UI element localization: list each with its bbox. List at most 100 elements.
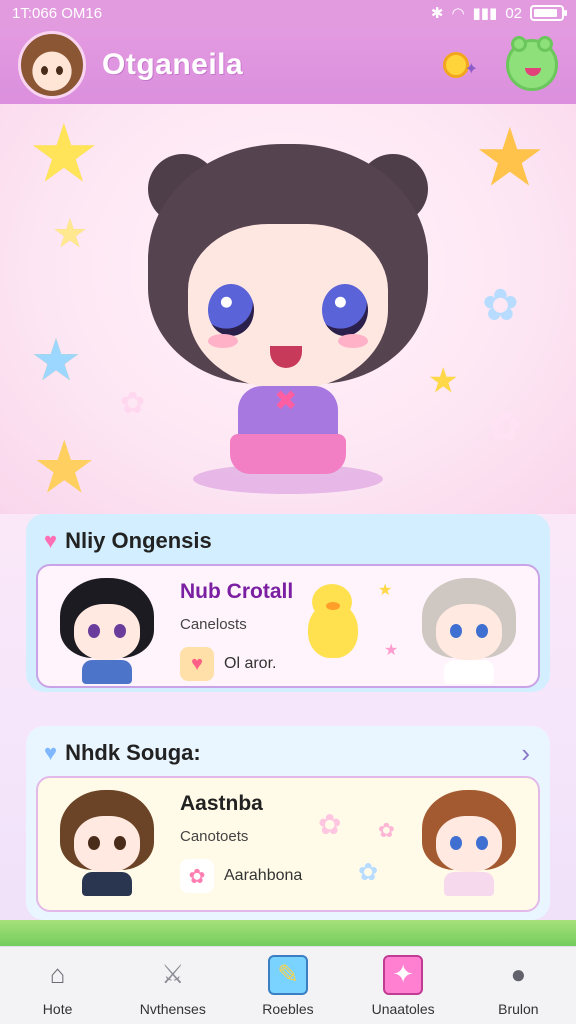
nav-label: Nvthenses xyxy=(139,1000,206,1017)
status-time: 1T:066 OM16 xyxy=(12,4,103,22)
portrait-face xyxy=(74,816,140,872)
status-bar: 1T:066 OM16 ✱ ◠ ▮▮▮ 02 xyxy=(0,0,576,26)
hero-banner: ★ ★ ★ ★ ★ ★ ✿ ✿ ✿ ✖ xyxy=(0,104,576,514)
portrait-eye xyxy=(114,624,126,638)
portrait-eye xyxy=(114,836,126,850)
bow-icon: ✖ xyxy=(274,385,298,416)
star-icon: ★ xyxy=(28,109,100,198)
section-header[interactable]: ♥ Nhdk Souga: › xyxy=(36,734,540,772)
character-card[interactable]: Aastnba Canotoets ✿ Aarahbona ✿ ✿ ✿ xyxy=(36,776,540,912)
sparkle-icon: ✦ xyxy=(464,61,478,78)
star-icon: ★ xyxy=(30,328,82,393)
card-info: Aastnba Canotoets ✿ Aarahbona xyxy=(180,792,302,893)
card-subtitle: Canotoets xyxy=(180,828,249,845)
star-icon: ★ xyxy=(52,212,88,256)
character-eye-left xyxy=(208,284,254,336)
character-portrait-left xyxy=(52,574,162,684)
wifi-icon: ◠ xyxy=(451,5,465,22)
star-icon: ★ xyxy=(474,113,546,202)
flower-icon: ✿ xyxy=(358,859,379,886)
profile-icon: ● xyxy=(510,959,527,989)
frog-mouth xyxy=(525,68,541,76)
nav-item-profile[interactable]: ● Brulon xyxy=(462,947,574,1024)
portrait-eye xyxy=(476,624,488,638)
gacha-icon: ✦ xyxy=(383,954,424,995)
star-icon: ★ xyxy=(384,642,399,659)
card-name: Aastnba xyxy=(180,792,263,815)
portrait-eye xyxy=(450,836,462,850)
nav-label: Hote xyxy=(42,1000,73,1017)
card-info: Nub Crotall Canelosts ♥ Ol aror. xyxy=(180,580,293,681)
bottom-nav: ⌂ Hote ⚔ Nvthenses ✎ Roebles ✦ Unaatoles… xyxy=(0,946,576,1024)
flower-badge-icon: ✿ xyxy=(180,859,214,893)
character-eye-right xyxy=(322,284,368,336)
portrait-face xyxy=(74,604,140,660)
battery-level xyxy=(534,9,558,17)
nav-item-gacha[interactable]: ✦ Unaatoles xyxy=(347,947,459,1024)
header-actions: ✦ xyxy=(434,36,558,91)
frog-eye-right xyxy=(537,36,553,52)
portrait-outfit xyxy=(82,660,132,684)
portrait-outfit xyxy=(444,872,494,896)
heart-icon: ♥ xyxy=(44,528,58,553)
home-icon: ⌂ xyxy=(49,959,66,989)
card-subtitle: Canelosts xyxy=(180,616,247,633)
battery-icon xyxy=(530,5,567,21)
roster-icon: ✎ xyxy=(267,954,308,995)
section-title: Nliy Ongensis xyxy=(65,528,212,553)
flower-icon: ✿ xyxy=(378,820,395,842)
featured-section: ♥ Nliy Ongensis Nub Crotall Canelosts ♥ … xyxy=(26,514,550,692)
character-portrait-left xyxy=(52,786,162,896)
character-card[interactable]: Nub Crotall Canelosts ♥ Ol aror. ★ ★ xyxy=(36,564,540,688)
character-blush-left xyxy=(208,334,238,348)
star-icon: ★ xyxy=(32,428,97,508)
portrait-face xyxy=(436,604,502,660)
character-portrait-right xyxy=(414,786,524,896)
coin-button[interactable]: ✦ xyxy=(434,43,478,87)
flower-icon: ✿ xyxy=(318,809,342,840)
portrait-eye xyxy=(476,836,488,850)
avatar-eye-right xyxy=(56,66,63,75)
character-blush-right xyxy=(338,334,368,348)
card-meta: ✿ Aarahbona xyxy=(180,859,302,893)
app-title: Otganeila xyxy=(102,48,244,81)
frog-mascot-button[interactable] xyxy=(506,36,558,91)
card-meta: ♥ Ol aror. xyxy=(180,647,293,681)
portrait-eye xyxy=(88,836,100,850)
character-skirt xyxy=(230,434,346,474)
section-header[interactable]: ♥ Nliy Ongensis xyxy=(36,522,540,560)
battle-icon: ⚔ xyxy=(161,959,185,989)
portrait-outfit xyxy=(82,872,132,896)
heart-icon: ♥ xyxy=(44,740,58,765)
grass-scenery xyxy=(0,920,576,946)
nav-item-battles[interactable]: ⚔ Nvthenses xyxy=(117,947,229,1024)
chevron-right-icon[interactable]: › xyxy=(521,738,540,769)
frog-eye-left xyxy=(511,36,527,52)
carrier-label: 02 xyxy=(505,4,522,22)
flower-icon: ✿ xyxy=(482,281,519,330)
app-header: Otganeila ✦ xyxy=(0,26,576,104)
hero-character: ✖ xyxy=(138,114,438,494)
nav-label: Unaatoles xyxy=(371,1000,435,1017)
card-name: Nub Crotall xyxy=(180,580,294,603)
nav-item-roster[interactable]: ✎ Roebles xyxy=(232,947,344,1024)
character-portrait-right xyxy=(414,574,524,684)
secondary-section: ♥ Nhdk Souga: › Aastnba Canotoets ✿ Aara… xyxy=(26,726,550,920)
portrait-eye xyxy=(450,624,462,638)
portrait-face xyxy=(436,816,502,872)
card-meta-text: Aarahbona xyxy=(224,867,303,884)
status-icons: ✱ ◠ ▮▮▮ 02 xyxy=(430,4,567,22)
signal-icon: ▮▮▮ xyxy=(472,5,498,22)
avatar[interactable] xyxy=(18,31,86,99)
nav-label: Brulon xyxy=(498,1000,539,1017)
card-meta-text: Ol aror. xyxy=(224,655,277,672)
portrait-eye xyxy=(88,624,100,638)
portrait-outfit xyxy=(444,660,494,684)
star-icon: ★ xyxy=(378,582,393,599)
avatar-eye-left xyxy=(41,66,48,75)
bluetooth-icon: ✱ xyxy=(430,5,444,22)
chick-beak xyxy=(326,602,340,610)
nav-label: Roebles xyxy=(262,1000,314,1017)
chick-mascot xyxy=(302,584,362,658)
nav-item-home[interactable]: ⌂ Hote xyxy=(2,947,114,1024)
